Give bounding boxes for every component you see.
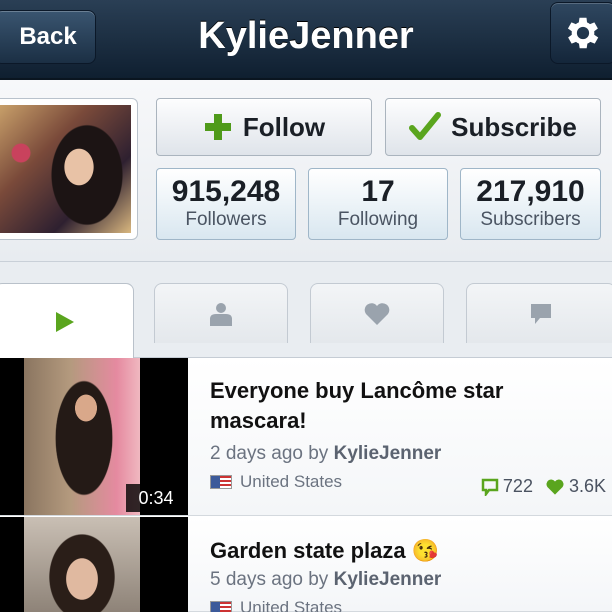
country-label: United States (240, 472, 343, 491)
video-title[interactable]: Garden state plaza 😘 (210, 536, 590, 566)
settings-button[interactable] (550, 2, 612, 64)
video-duration: 0:34 (126, 484, 186, 512)
avatar[interactable] (0, 98, 138, 240)
follow-label: Follow (242, 111, 326, 142)
followers-stat[interactable]: 915,248 Followers (156, 168, 296, 240)
video-age: 2 days ago by (210, 443, 329, 464)
person-icon (210, 302, 232, 326)
heart-icon (546, 479, 564, 495)
comment-count: 722 (481, 476, 533, 497)
subscribers-stat[interactable]: 217,910 Subscribers (460, 168, 601, 240)
video-stats: 722 3.6K (481, 476, 606, 497)
following-stat[interactable]: 17 Following (308, 168, 448, 240)
like-count: 3.6K (545, 476, 606, 497)
video-author[interactable]: KylieJenner (334, 443, 442, 464)
video-country: United States (210, 598, 342, 612)
video-meta: 5 days ago by KylieJenner (210, 568, 441, 592)
content-tabs (0, 263, 612, 359)
checkmark-icon (409, 112, 442, 140)
gear-icon (567, 17, 599, 49)
following-label: Following (337, 209, 419, 230)
subscribers-count: 217,910 (476, 175, 585, 208)
us-flag-icon (210, 475, 232, 489)
video-meta: 2 days ago by KylieJenner (210, 442, 441, 466)
video-title[interactable]: Everyone buy Lancôme star mascara! (210, 376, 590, 436)
followers-label: Followers (185, 209, 267, 230)
country-label: United States (240, 598, 343, 612)
following-count: 17 (361, 175, 395, 208)
video-country: United States (210, 472, 342, 492)
like-count-value: 3.6K (568, 476, 606, 496)
us-flag-icon (210, 601, 232, 612)
subscribers-label: Subscribers (480, 209, 581, 230)
profile-panel: Follow Subscribe 915,248 Followers 17 Fo… (0, 80, 612, 262)
comment-icon (531, 303, 551, 324)
comment-icon (481, 478, 499, 496)
tab-comments[interactable] (466, 283, 612, 343)
follow-button[interactable]: Follow (156, 98, 372, 156)
thumbnail-image (24, 517, 140, 612)
video-age: 5 days ago by (210, 569, 329, 590)
video-thumbnail[interactable] (0, 517, 188, 612)
subscribe-button[interactable]: Subscribe (385, 98, 601, 156)
subscribe-label: Subscribe (451, 111, 577, 142)
thumbnail-image (24, 358, 140, 515)
plus-icon (204, 114, 231, 140)
tab-people[interactable] (154, 283, 288, 343)
back-button[interactable]: Back (0, 10, 96, 64)
play-icon (56, 311, 74, 332)
followers-count: 915,248 (171, 175, 281, 208)
tab-likes[interactable] (310, 283, 444, 343)
video-thumbnail[interactable]: 0:34 (0, 358, 188, 515)
video-author[interactable]: KylieJenner (334, 569, 442, 590)
list-item[interactable]: 0:34 Everyone buy Lancôme star mascara! … (0, 358, 612, 516)
navigation-bar: Back KylieJenner (0, 0, 612, 80)
heart-icon (364, 302, 390, 325)
comment-count-value: 722 (502, 476, 533, 496)
avatar-image (0, 105, 131, 233)
page-title: KylieJenner (198, 15, 414, 57)
tab-videos[interactable] (0, 283, 134, 359)
